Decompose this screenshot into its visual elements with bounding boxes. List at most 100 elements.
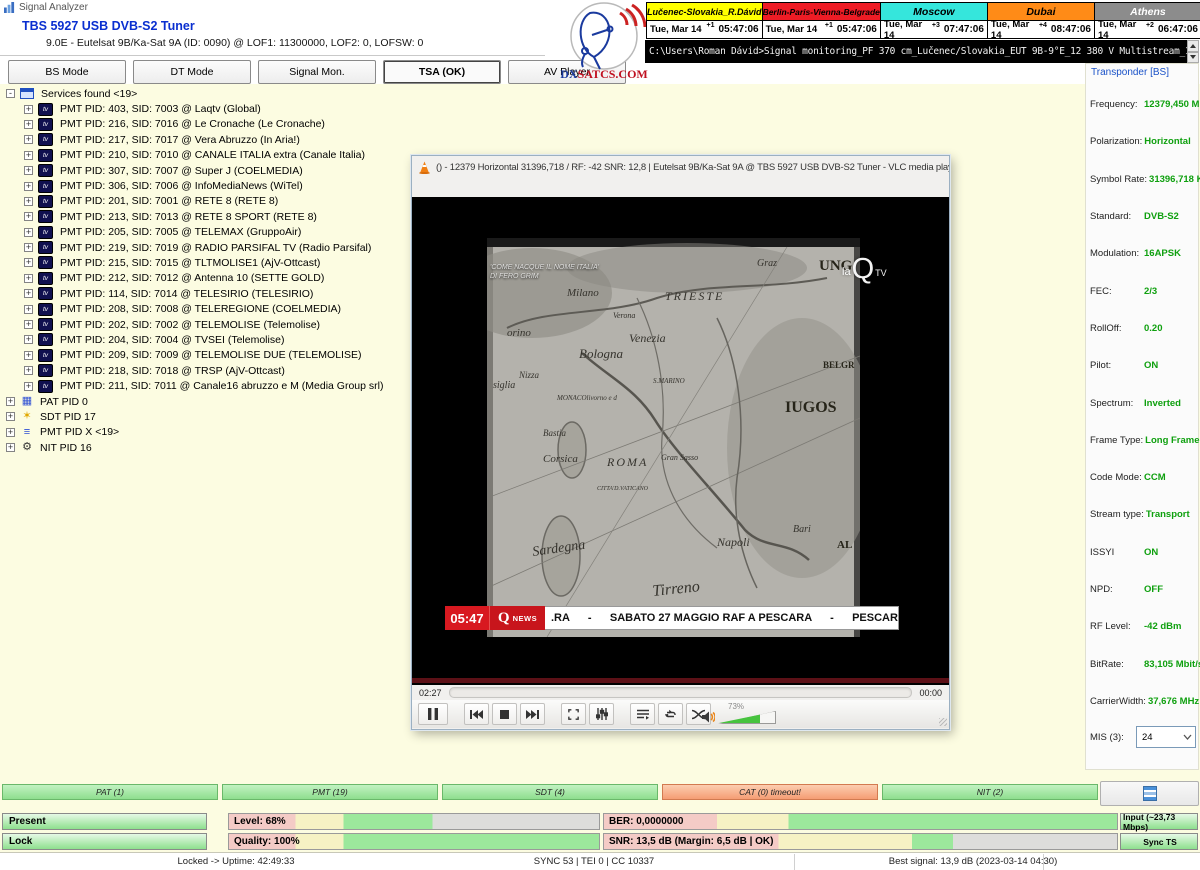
- tv-icon: tv: [38, 380, 53, 393]
- scroll-down-icon[interactable]: [1187, 52, 1199, 64]
- mode-tab-label: Signal Mon.: [289, 66, 344, 78]
- expand-icon[interactable]: +: [6, 412, 15, 421]
- fullscreen-button[interactable]: [561, 703, 586, 725]
- tuner-name: TBS 5927 USB DVB-S2 Tuner: [22, 19, 195, 33]
- expand-icon[interactable]: +: [24, 305, 33, 314]
- tree-root[interactable]: - Services found <19>: [6, 86, 636, 101]
- mode-tab-label: BS Mode: [45, 66, 88, 78]
- expand-icon[interactable]: +: [24, 105, 33, 114]
- video-caption: 'COME NACQUE IL NOME ITALIA' DI FERO GRI…: [490, 263, 599, 281]
- layers-icon: [1143, 786, 1157, 801]
- tree-item-label: PMT PID: 204, SID: 7004 @ TVSEI (Telemol…: [60, 334, 284, 346]
- world-clock: Athens Tue, Mar 14 +2 06:47:06: [1095, 3, 1200, 38]
- expand-icon[interactable]: +: [24, 197, 33, 206]
- tv-icon: tv: [38, 256, 53, 269]
- tree-item-label: PMT PID: 307, SID: 7007 @ Super J (COELM…: [60, 165, 303, 177]
- transponder-title: Transponder [BS]: [1086, 64, 1198, 81]
- pid-status-label: PAT (1): [96, 787, 124, 797]
- expand-icon[interactable]: +: [24, 182, 33, 191]
- clock-time: 06:47:06: [1158, 24, 1198, 35]
- expand-icon[interactable]: +: [24, 120, 33, 129]
- expand-icon[interactable]: +: [24, 212, 33, 221]
- tv-icon: tv: [38, 210, 53, 223]
- vlc-controls: 73%: [412, 700, 949, 728]
- volume-control[interactable]: 73%: [718, 702, 782, 726]
- seek-slider[interactable]: [449, 687, 913, 698]
- scroll-up-icon[interactable]: [1187, 40, 1199, 52]
- command-prompt[interactable]: C:\Users\Roman Dávid>Signal monitoring_P…: [645, 40, 1187, 63]
- vlc-titlebar[interactable]: () - 12379 Horizontal 31396,718 / RF: -4…: [412, 156, 949, 178]
- tv-icon: tv: [38, 287, 53, 300]
- tv-icon: tv: [38, 226, 53, 239]
- transponder-row-value: 16APSK: [1144, 248, 1181, 259]
- mode-tabs: BS Mode DT Mode Signal Mon. TSA (OK) AV …: [8, 60, 626, 84]
- svg-text:Corsica: Corsica: [543, 453, 578, 465]
- mode-tab[interactable]: TSA (OK): [383, 60, 501, 84]
- clock-city-label: Berlin-Paris-Vienna-Belgrade: [763, 3, 880, 20]
- tree-item-label: PMT PID: 218, SID: 7018 @ TRSP (AjV-Ottc…: [60, 365, 285, 377]
- transponder-row-label: Modulation:: [1090, 248, 1142, 259]
- transponder-row-value: 12379,450 MHz: [1144, 99, 1200, 110]
- expand-icon[interactable]: +: [24, 289, 33, 298]
- status-sync-counters: SYNC 53 | TEI 0 | CC 10337: [534, 856, 654, 867]
- clock-time: 05:47:06: [719, 24, 759, 35]
- mode-tab-label: DT Mode: [171, 66, 214, 78]
- pause-button[interactable]: [418, 703, 448, 725]
- qnews-logo-icon: Q: [498, 610, 510, 627]
- clock-time: 05:47:06: [837, 24, 877, 35]
- expand-icon[interactable]: +: [24, 258, 33, 267]
- clock-city-label: Moscow: [881, 3, 987, 20]
- level-bar: Level: 68%: [228, 813, 600, 830]
- mode-tab[interactable]: DT Mode: [133, 60, 251, 84]
- tree-item-label: PMT PID: 215, SID: 7015 @ TLTMOLISE1 (Aj…: [60, 257, 320, 269]
- console-scrollbar[interactable]: [1187, 40, 1199, 63]
- panel-action-button[interactable]: [1100, 781, 1199, 806]
- tree-item-label: PMT PID: 213, SID: 7013 @ RETE 8 SPORT (…: [60, 211, 317, 223]
- previous-button[interactable]: [464, 703, 489, 725]
- next-button[interactable]: [520, 703, 545, 725]
- expand-icon[interactable]: +: [6, 428, 15, 437]
- transponder-row-value: DVB-S2: [1144, 211, 1179, 222]
- expand-icon[interactable]: +: [24, 151, 33, 160]
- quality-bar: Quality: 100%: [228, 833, 600, 850]
- expand-icon[interactable]: +: [24, 320, 33, 329]
- pid-status-label: CAT (0) timeout!: [739, 787, 801, 797]
- mis-dropdown[interactable]: 24: [1136, 726, 1196, 748]
- tree-item-label: PMT PID: 212, SID: 7012 @ Antenna 10 (SE…: [60, 272, 324, 284]
- expand-icon[interactable]: +: [24, 243, 33, 252]
- expand-icon[interactable]: +: [24, 366, 33, 375]
- app-titlebar: Signal Analyzer: [4, 2, 88, 13]
- svg-text:DXSATCS.COM: DXSATCS.COM: [560, 67, 647, 81]
- pid-status-label: PMT (19): [312, 787, 347, 797]
- expand-icon[interactable]: +: [24, 135, 33, 144]
- expand-icon[interactable]: +: [24, 335, 33, 344]
- expand-icon[interactable]: +: [6, 443, 15, 452]
- expand-icon[interactable]: +: [24, 166, 33, 175]
- vlc-video-area[interactable]: UNGGrazMilanoTRIESTEVeronaVeneziaorinoBo…: [412, 197, 949, 685]
- tv-icon: tv: [38, 180, 53, 193]
- mode-tab[interactable]: Signal Mon.: [258, 60, 376, 84]
- chevron-down-icon: [1183, 734, 1192, 740]
- loop-button[interactable]: [658, 703, 683, 725]
- mode-tab[interactable]: BS Mode: [8, 60, 126, 84]
- expand-icon[interactable]: +: [24, 228, 33, 237]
- tree-item-service[interactable]: + tv PMT PID: 216, SID: 7016 @ Le Cronac…: [6, 117, 636, 132]
- tree-item-service[interactable]: + tv PMT PID: 403, SID: 7003 @ Laqtv (Gl…: [6, 101, 636, 116]
- playlist-button[interactable]: [630, 703, 655, 725]
- expand-icon[interactable]: +: [6, 397, 15, 406]
- expand-icon[interactable]: +: [24, 274, 33, 283]
- transponder-row: Modulation: 16APSK: [1086, 235, 1200, 272]
- svg-text:CITTA'D.VATICANO: CITTA'D.VATICANO: [597, 486, 649, 492]
- tree-item-label: PMT PID: 216, SID: 7016 @ Le Cronache (L…: [60, 118, 325, 130]
- tree-item-label: PMT PID: 201, SID: 7001 @ RETE 8 (RETE 8…: [60, 195, 278, 207]
- ticker-headline: .RA - SABATO 27 MAGGIO RAF A PESCARA - P…: [545, 606, 899, 630]
- equalizer-button[interactable]: [589, 703, 614, 725]
- expand-icon[interactable]: +: [24, 382, 33, 391]
- tree-item-service[interactable]: + tv PMT PID: 217, SID: 7017 @ Vera Abru…: [6, 132, 636, 147]
- stop-button[interactable]: [492, 703, 517, 725]
- mis-label: MIS (3):: [1090, 732, 1136, 743]
- collapse-icon[interactable]: -: [6, 89, 15, 98]
- pid-status-bar: NIT (2): [882, 784, 1098, 800]
- expand-icon[interactable]: +: [24, 351, 33, 360]
- resize-grip[interactable]: [939, 718, 947, 726]
